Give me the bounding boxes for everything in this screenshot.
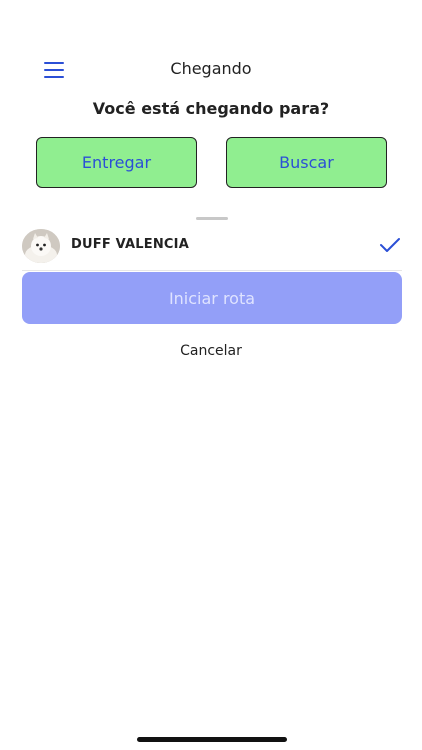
start-route-button[interactable]: Iniciar rota: [22, 272, 402, 324]
dog-avatar-icon: [22, 229, 60, 263]
deliver-button[interactable]: Entregar: [36, 137, 197, 188]
check-icon[interactable]: [379, 237, 401, 253]
home-indicator[interactable]: [137, 737, 287, 742]
page-title: Chegando: [170, 59, 252, 78]
divider: [22, 270, 402, 271]
sheet-grabber-handle[interactable]: [196, 217, 228, 220]
arrival-question: Você está chegando para?: [92, 99, 330, 118]
pickup-button[interactable]: Buscar: [226, 137, 387, 188]
avatar: [22, 229, 60, 263]
cancel-button[interactable]: Cancelar: [0, 343, 422, 359]
recipient-name: DUFF VALENCIA: [71, 237, 189, 252]
recipient-list-item[interactable]: DUFF VALENCIA: [0, 227, 422, 267]
